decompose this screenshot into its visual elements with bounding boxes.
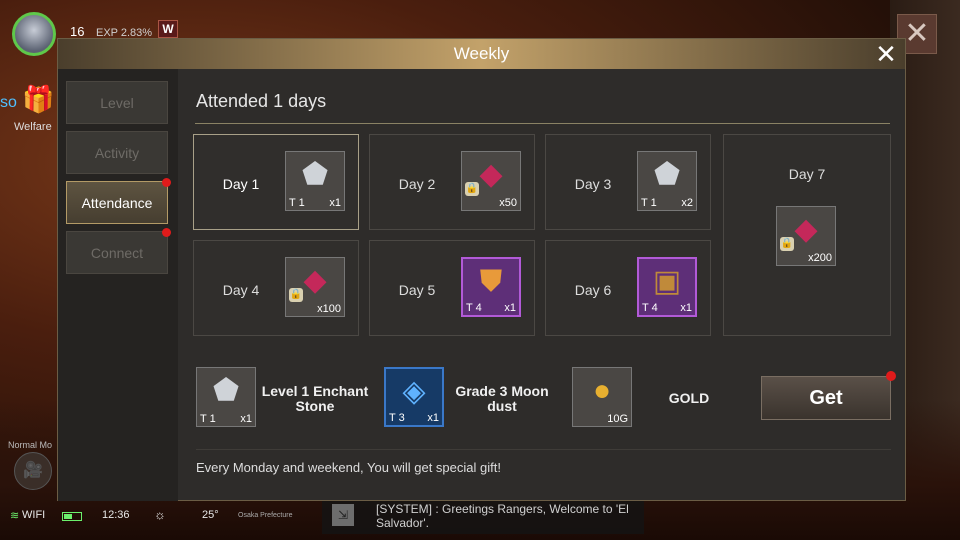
gift-icon[interactable]: 🎁: [22, 84, 54, 114]
lock-icon: 🔒: [780, 237, 794, 251]
day-card-5[interactable]: Day 5 ⛊ T 4 x1: [369, 240, 535, 336]
reward-name: GOLD: [668, 390, 710, 406]
day-label: Day 7: [788, 166, 826, 182]
item-qty: x1: [240, 413, 252, 425]
normal-mode-label: Normal Mo: [8, 440, 53, 450]
tab-level[interactable]: Level: [66, 81, 168, 124]
tab-attendance[interactable]: Attendance: [66, 178, 171, 224]
reward-item[interactable]: ⬟ T 1 x2: [637, 151, 697, 211]
dialog-titlebar: Weekly ✕: [58, 39, 905, 69]
special-reward-1[interactable]: ⬟ T 1 x1: [196, 367, 256, 427]
armor-piece-icon: ⛊: [479, 265, 503, 298]
moon-dust-icon: ◈: [402, 375, 426, 408]
player-level: 16: [70, 24, 85, 39]
welfare-label: Welfare: [14, 121, 52, 133]
item-tier: T 4: [642, 302, 658, 314]
day-card-2[interactable]: Day 2 ◆ 🔒 x50: [369, 134, 535, 230]
wifi-icon: ≋: [10, 510, 20, 522]
battery-icon: [62, 512, 82, 521]
item-qty: x1: [680, 302, 692, 314]
player-badge[interactable]: W: [158, 20, 178, 38]
item-tier: T 1: [200, 413, 216, 425]
item-qty: x1: [329, 197, 341, 209]
close-icon[interactable]: ✕: [873, 41, 899, 67]
item-qty: x200: [808, 252, 832, 264]
dialog-title: Weekly: [453, 44, 510, 63]
camera-icon[interactable]: 🎥: [14, 452, 52, 490]
day-label: Day 6: [574, 282, 612, 298]
day-card-7[interactable]: Day 7 ◆ 🔒 x200: [723, 134, 891, 336]
item-tier: T 1: [289, 197, 305, 209]
footer-divider: [196, 449, 891, 450]
item-tier: T 1: [641, 197, 657, 209]
enchant-stone-icon: ⬟: [301, 158, 329, 191]
tab-sidebar: Level Activity Attendance Connect: [58, 69, 178, 501]
item-qty: x1: [504, 302, 516, 314]
clock-time: 12:36: [102, 509, 130, 521]
chat-message: [SYSTEM] : Greetings Rangers, Welcome to…: [376, 502, 629, 530]
notification-dot: [162, 228, 171, 237]
tab-label: Attendance: [81, 195, 153, 211]
day-label: Day 5: [398, 282, 436, 298]
gold-coin-icon: ●: [592, 374, 612, 407]
side-text: so: [0, 94, 17, 111]
day-card-1[interactable]: Day 1 ⬟ T 1 x1: [193, 134, 359, 230]
item-qty: x1: [427, 412, 439, 424]
reward-item[interactable]: ◆ 🔒 x200: [776, 206, 836, 266]
lock-icon: 🔒: [289, 288, 303, 302]
attendance-heading: Attended 1 days: [196, 91, 327, 111]
notification-dot: [886, 371, 896, 381]
day-card-3[interactable]: Day 3 ⬟ T 1 x2: [545, 134, 711, 230]
footer-note: Every Monday and weekend, You will get s…: [196, 460, 501, 475]
tab-label: Activity: [94, 145, 140, 161]
player-avatar[interactable]: [12, 12, 56, 56]
weekly-dialog: Weekly ✕ Level Activity Attendance Conne…: [57, 38, 906, 501]
tab-activity[interactable]: Activity: [66, 131, 168, 174]
item-qty: 10G: [607, 413, 628, 425]
reward-item[interactable]: ▣ T 4 x1: [637, 257, 697, 317]
day-label: Day 1: [222, 176, 260, 192]
reward-item[interactable]: ⛊ T 4 x1: [461, 257, 521, 317]
day-card-4[interactable]: Day 4 ◆ 🔒 x100: [193, 240, 359, 336]
enchant-stone-icon: ⬟: [212, 374, 240, 407]
tab-label: Connect: [90, 245, 144, 261]
tab-connect[interactable]: Connect: [66, 228, 171, 274]
enchant-stone-icon: ⬟: [653, 158, 681, 191]
location-label: Osaka Prefecture: [238, 512, 293, 519]
heading-divider: [195, 123, 890, 124]
reward-name: Level 1 Enchant Stone: [261, 383, 369, 414]
get-button[interactable]: Get: [761, 376, 891, 420]
special-reward-3[interactable]: ● 10G: [572, 367, 632, 427]
reward-item[interactable]: ◆ 🔒 x50: [461, 151, 521, 211]
lock-icon: 🔒: [465, 182, 479, 196]
chat-expand-icon[interactable]: ⇲: [332, 504, 354, 526]
item-tier: T 3: [389, 412, 405, 424]
reward-item[interactable]: ⬟ T 1 x1: [285, 151, 345, 211]
day-card-6[interactable]: Day 6 ▣ T 4 x1: [545, 240, 711, 336]
chat-panel[interactable]: ⇲ [SYSTEM] : Greetings Rangers, Welcome …: [322, 498, 644, 534]
day-label: Day 4: [222, 282, 260, 298]
wifi-label: WIFI: [22, 509, 46, 521]
notification-dot: [162, 178, 171, 187]
weather-icon: ☼: [154, 507, 166, 522]
day-label: Day 2: [398, 176, 436, 192]
item-qty: x2: [681, 197, 693, 209]
tab-label: Level: [100, 95, 134, 111]
reward-name: Grade 3 Moon dust: [455, 383, 549, 414]
item-qty: x50: [499, 197, 517, 209]
reward-item[interactable]: ◆ 🔒 x100: [285, 257, 345, 317]
temperature: 25°: [202, 509, 219, 521]
item-qty: x100: [317, 303, 341, 315]
item-tier: T 4: [466, 302, 482, 314]
day-label: Day 3: [574, 176, 612, 192]
special-reward-2[interactable]: ◈ T 3 x1: [384, 367, 444, 427]
treasure-chest-icon: ▣: [652, 265, 682, 298]
